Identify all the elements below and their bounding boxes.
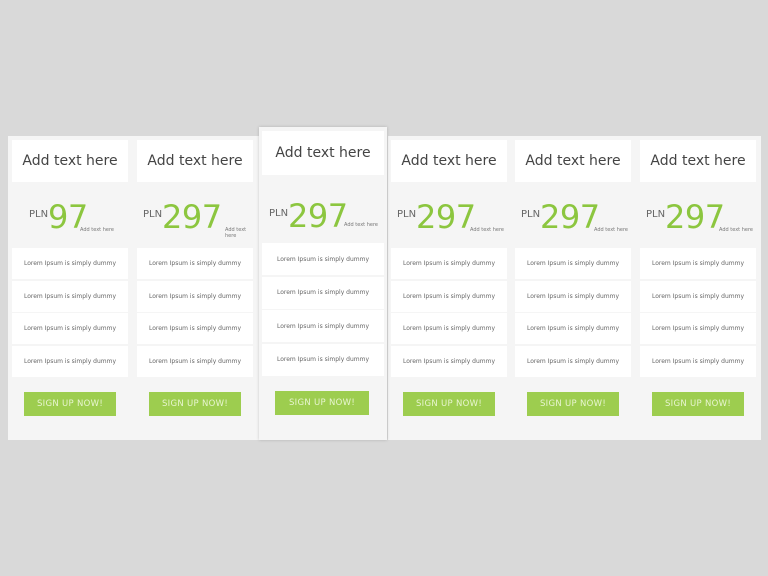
price-note: Add text here: [225, 227, 247, 239]
sign-up-button[interactable]: SIGN UP NOW!: [24, 392, 116, 416]
feature-item: Lorem Ipsum is simply dummy: [391, 313, 507, 345]
price-note: Add text here: [344, 222, 378, 228]
feature-item: Lorem Ipsum is simply dummy: [262, 310, 384, 342]
feature-item: Lorem Ipsum is simply dummy: [12, 313, 128, 345]
plan-price: PLN 297 Add text here: [387, 198, 511, 248]
plan-price: PLN 297 Add text here: [259, 197, 387, 247]
price-amount: 297: [665, 198, 725, 236]
feature-item: Lorem Ipsum is simply dummy: [515, 346, 631, 378]
currency-label: PLN: [29, 209, 49, 220]
price-amount: 297: [416, 198, 476, 236]
feature-list: Lorem Ipsum is simply dummy Lorem Ipsum …: [640, 248, 756, 379]
feature-item: Lorem Ipsum is simply dummy: [12, 280, 128, 312]
feature-list: Lorem Ipsum is simply dummy Lorem Ipsum …: [515, 248, 631, 379]
currency-label: PLN: [397, 209, 417, 220]
plan-title: Add text here: [391, 140, 507, 182]
feature-item: Lorem Ipsum is simply dummy: [137, 346, 253, 378]
plan-price: PLN 297 Add text here: [636, 198, 760, 248]
pricing-card: Add text here PLN 297 Add text here Lore…: [133, 136, 257, 440]
plan-price: PLN 97 Add text here: [8, 198, 132, 248]
feature-item: Lorem Ipsum is simply dummy: [391, 346, 507, 378]
plan-title: Add text here: [12, 140, 128, 182]
feature-item: Lorem Ipsum is simply dummy: [137, 313, 253, 345]
plan-title: Add text here: [640, 140, 756, 182]
pricing-card-featured: Add text here PLN 297 Add text here Lore…: [259, 127, 387, 440]
plan-price: PLN 297 Add text here: [511, 198, 635, 248]
pricing-card: Add text here PLN 297 Add text here Lore…: [511, 136, 635, 440]
pricing-card: Add text here PLN 97 Add text here Lorem…: [8, 136, 132, 440]
price-amount: 297: [288, 197, 348, 235]
feature-item: Lorem Ipsum is simply dummy: [262, 243, 384, 275]
sign-up-button[interactable]: SIGN UP NOW!: [275, 391, 369, 415]
currency-label: PLN: [269, 208, 289, 219]
price-note: Add text here: [470, 227, 504, 233]
price-note: Add text here: [719, 227, 753, 233]
sign-up-button[interactable]: SIGN UP NOW!: [652, 392, 744, 416]
feature-item: Lorem Ipsum is simply dummy: [262, 343, 384, 376]
feature-item: Lorem Ipsum is simply dummy: [515, 313, 631, 345]
feature-item: Lorem Ipsum is simply dummy: [12, 346, 128, 378]
price-note: Add text here: [594, 227, 628, 233]
sign-up-button[interactable]: SIGN UP NOW!: [403, 392, 495, 416]
currency-label: PLN: [143, 209, 163, 220]
feature-item: Lorem Ipsum is simply dummy: [640, 346, 756, 378]
sign-up-button[interactable]: SIGN UP NOW!: [149, 392, 241, 416]
price-amount: 297: [540, 198, 600, 236]
currency-label: PLN: [646, 209, 666, 220]
feature-item: Lorem Ipsum is simply dummy: [640, 248, 756, 279]
pricing-card: Add text here PLN 297 Add text here Lore…: [387, 136, 511, 440]
feature-list: Lorem Ipsum is simply dummy Lorem Ipsum …: [137, 248, 253, 379]
plan-title: Add text here: [137, 140, 253, 182]
feature-item: Lorem Ipsum is simply dummy: [640, 280, 756, 312]
feature-list: Lorem Ipsum is simply dummy Lorem Ipsum …: [12, 248, 128, 379]
plan-title: Add text here: [515, 140, 631, 182]
feature-list: Lorem Ipsum is simply dummy Lorem Ipsum …: [391, 248, 507, 379]
feature-item: Lorem Ipsum is simply dummy: [137, 280, 253, 312]
feature-item: Lorem Ipsum is simply dummy: [12, 248, 128, 279]
sign-up-button[interactable]: SIGN UP NOW!: [527, 392, 619, 416]
plan-price: PLN 297 Add text here: [133, 198, 257, 248]
price-amount: 297: [162, 198, 222, 236]
feature-item: Lorem Ipsum is simply dummy: [640, 313, 756, 345]
feature-item: Lorem Ipsum is simply dummy: [137, 248, 253, 279]
feature-item: Lorem Ipsum is simply dummy: [515, 248, 631, 279]
pricing-card: Add text here PLN 297 Add text here Lore…: [636, 136, 760, 440]
feature-item: Lorem Ipsum is simply dummy: [515, 280, 631, 312]
price-note: Add text here: [80, 227, 114, 233]
feature-list: Lorem Ipsum is simply dummy Lorem Ipsum …: [262, 243, 384, 377]
plan-title: Add text here: [262, 131, 384, 175]
feature-item: Lorem Ipsum is simply dummy: [262, 276, 384, 309]
feature-item: Lorem Ipsum is simply dummy: [391, 248, 507, 279]
currency-label: PLN: [521, 209, 541, 220]
feature-item: Lorem Ipsum is simply dummy: [391, 280, 507, 312]
